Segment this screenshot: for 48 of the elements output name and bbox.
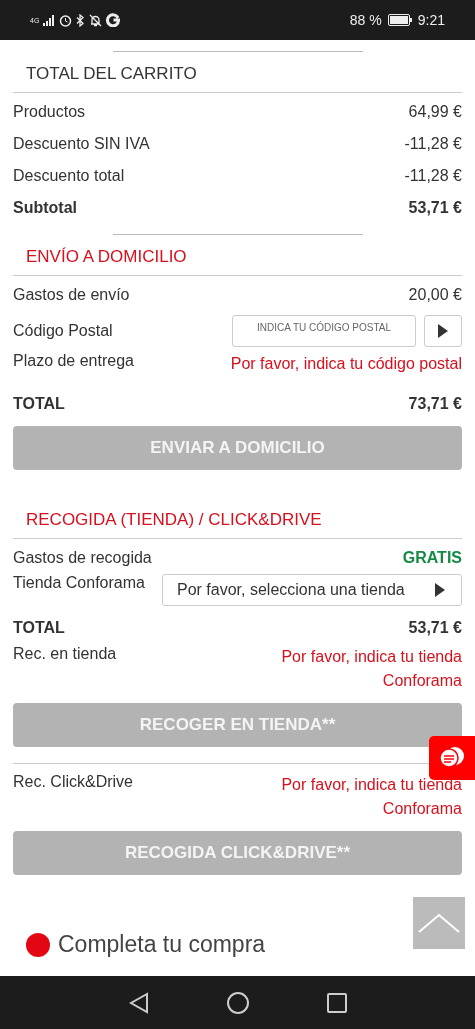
clock-time: 9:21 xyxy=(417,12,445,28)
battery-percent: 88 % xyxy=(349,12,382,28)
chat-bubbles-icon xyxy=(438,746,466,770)
row-label: Gastos de envío xyxy=(13,286,130,304)
row-value: 20,00 € xyxy=(408,286,462,304)
notice-text: Por favor, indica tu tienda Conforama xyxy=(280,647,462,691)
back-icon[interactable] xyxy=(128,991,149,1014)
section-heading: ENVÍO A DOMICILIO xyxy=(13,235,462,276)
row-value: GRATIS xyxy=(402,549,462,567)
row-value: 53,71 € xyxy=(408,199,462,217)
g-logo-icon xyxy=(106,13,121,27)
row-label: Descuento SIN IVA xyxy=(13,135,150,153)
chevron-up-icon xyxy=(417,912,461,934)
section-heading: TOTAL DEL CARRITO xyxy=(13,52,462,93)
row-label: Rec. Click&Drive xyxy=(13,773,133,791)
row-label: Plazo de entrega xyxy=(13,352,134,370)
battery-icon xyxy=(387,14,412,26)
row-label: TOTAL xyxy=(13,619,65,637)
chat-button[interactable] xyxy=(429,736,475,780)
bluetooth-icon xyxy=(76,13,86,27)
home-icon[interactable] xyxy=(226,991,249,1014)
section-heading: RECOGIDA (TIENDA) / CLICK&DRIVE xyxy=(13,498,462,539)
row-value: 53,71 € xyxy=(408,619,462,637)
footer-title: Completa tu compra xyxy=(58,931,266,958)
submit-button[interactable] xyxy=(424,315,462,347)
row-value: -11,28 € xyxy=(404,167,462,185)
recents-icon[interactable] xyxy=(326,992,347,1013)
row-value: -11,28 € xyxy=(404,135,462,153)
status-dot-icon xyxy=(26,932,50,957)
postcode-field[interactable]: INDICA TU CÓDIGO POSTAL xyxy=(232,315,416,347)
muted-bell-icon xyxy=(89,13,103,27)
store-select[interactable]: Por favor, selecciona una tienda xyxy=(162,574,462,606)
row-label: Descuento total xyxy=(13,167,125,185)
alarm-icon xyxy=(59,13,73,27)
row-label: Código Postal xyxy=(13,322,113,340)
play-arrow-icon xyxy=(438,324,448,338)
play-arrow-icon xyxy=(435,583,445,597)
notice-text: Por favor, indica tu tienda Conforama xyxy=(280,775,462,819)
row-label: Subtotal xyxy=(13,199,77,217)
row-label: Gastos de recogida xyxy=(13,549,152,567)
signal-icon xyxy=(43,14,56,26)
notice-text: Por favor, indica tu código postal xyxy=(230,354,462,374)
row-label: Rec. en tienda xyxy=(13,645,117,663)
row-label: TOTAL xyxy=(13,395,65,413)
row-value: 64,99 € xyxy=(408,103,462,121)
row-value: 73,71 € xyxy=(408,395,462,413)
row-label: Tienda Conforama xyxy=(13,574,145,592)
row-label: Productos xyxy=(13,103,86,121)
